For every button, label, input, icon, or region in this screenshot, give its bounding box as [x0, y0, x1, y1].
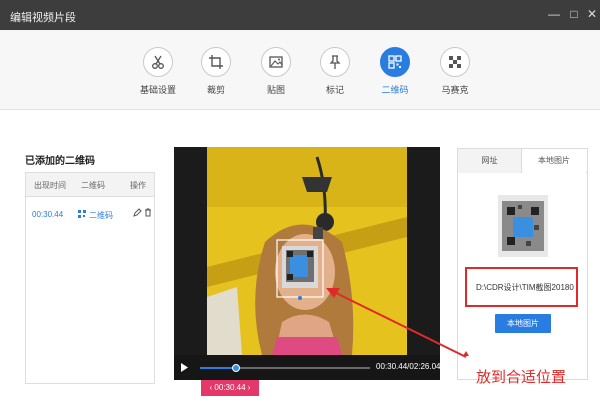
- annotation-arrow: [326, 288, 469, 358]
- annotation-text: 放到合适位置: [476, 368, 567, 386]
